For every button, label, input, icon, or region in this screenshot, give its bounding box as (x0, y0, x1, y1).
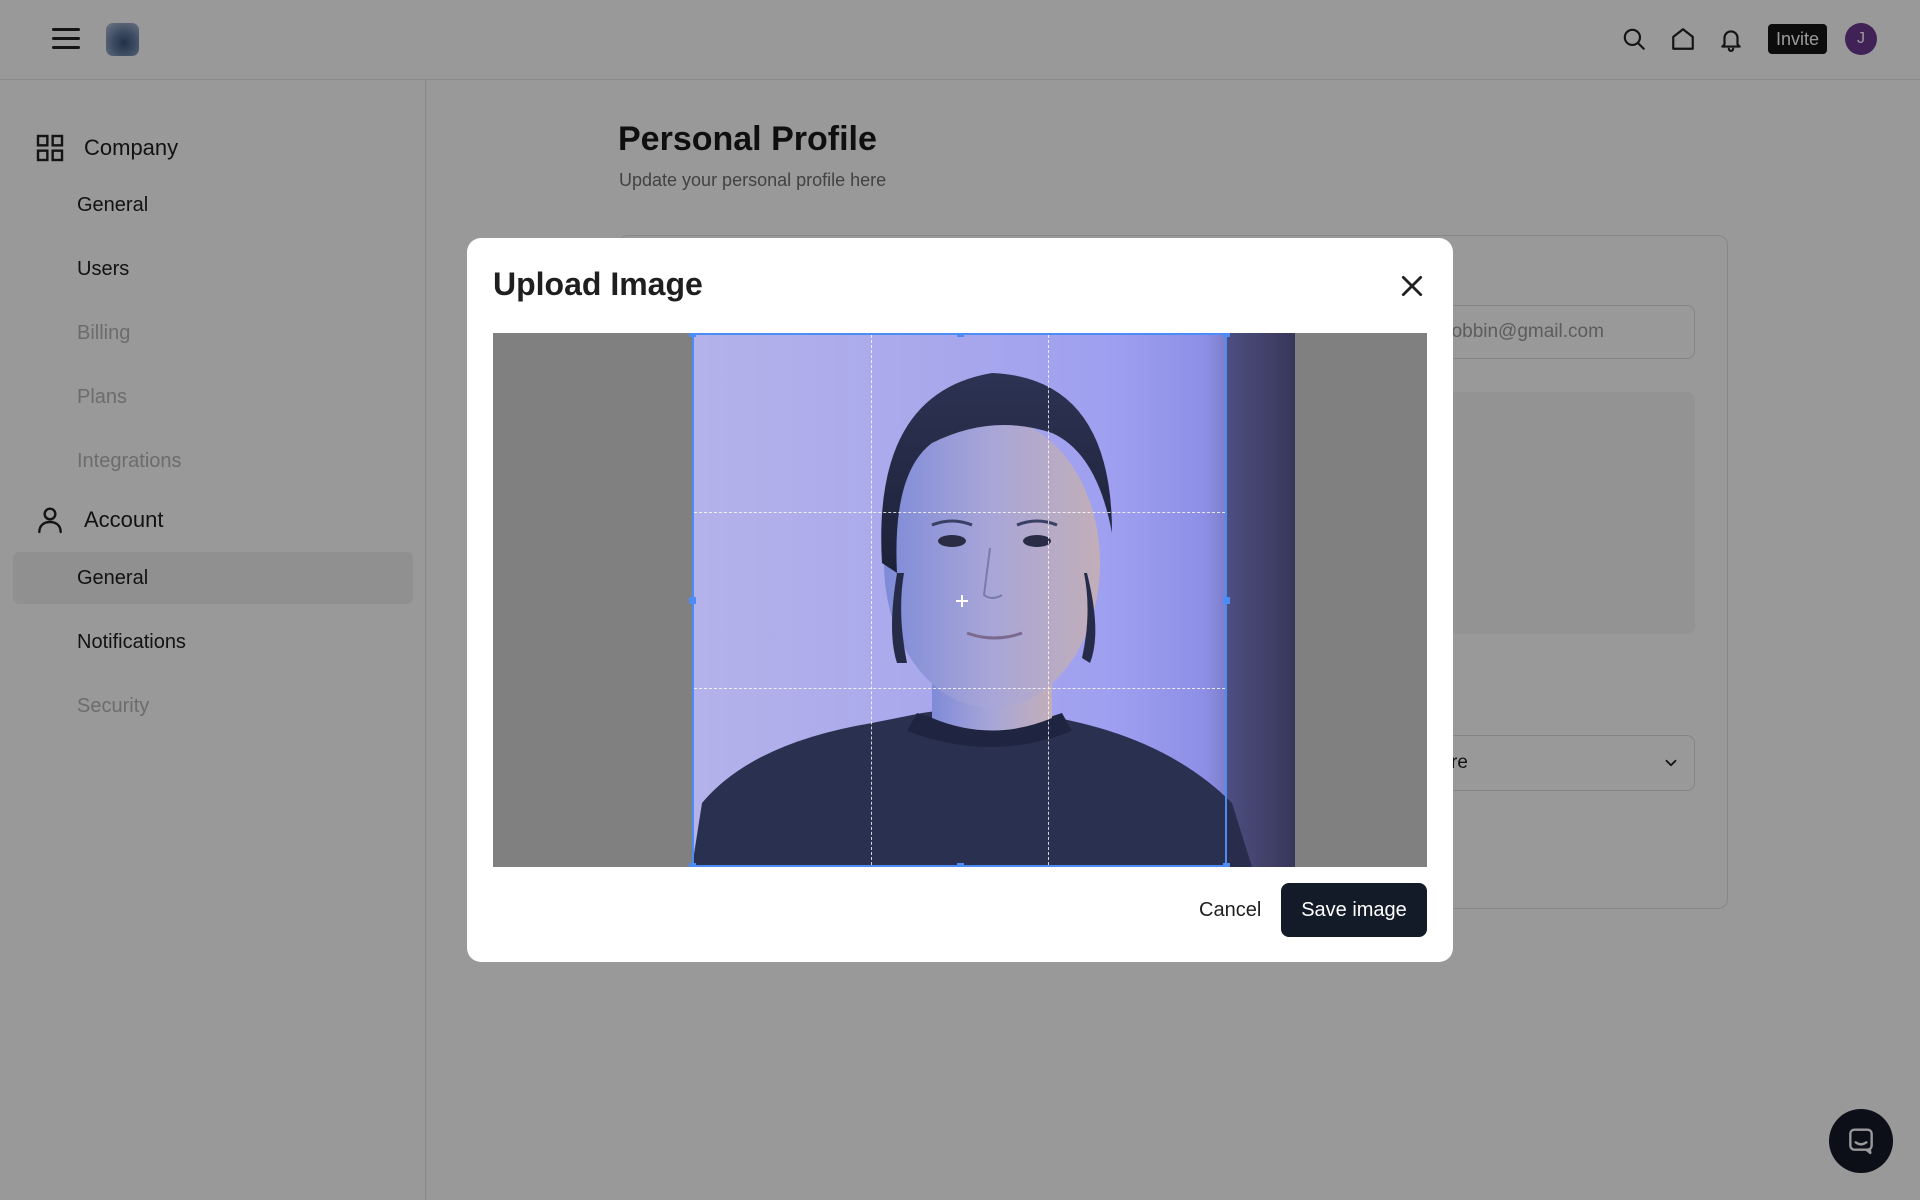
crop-handle-top-left[interactable] (689, 333, 696, 337)
crop-handle-top[interactable] (957, 333, 964, 337)
dialog-title: Upload Image (493, 266, 703, 302)
cancel-button[interactable]: Cancel (1187, 883, 1273, 937)
crop-grid-line (694, 511, 1225, 513)
crop-handle-bottom[interactable] (957, 863, 964, 867)
upload-image-dialog: Upload Image Cancel Save image (467, 238, 1453, 962)
crop-grid-line (870, 335, 872, 865)
crop-handle-top-right[interactable] (1223, 333, 1230, 337)
crop-outside-shade (1227, 333, 1295, 867)
crop-center-icon (956, 595, 968, 607)
save-image-button[interactable]: Save image (1281, 883, 1427, 937)
crop-handle-left[interactable] (689, 597, 696, 604)
crop-handle-right[interactable] (1223, 597, 1230, 604)
crop-handle-bottom-left[interactable] (689, 863, 696, 867)
crop-grid-line (1047, 335, 1049, 865)
crop-grid-line (694, 688, 1225, 690)
crop-selection-box[interactable] (689, 333, 1230, 867)
image-crop-area[interactable] (493, 333, 1427, 867)
crop-handle-bottom-right[interactable] (1223, 863, 1230, 867)
close-icon[interactable] (1396, 270, 1428, 302)
